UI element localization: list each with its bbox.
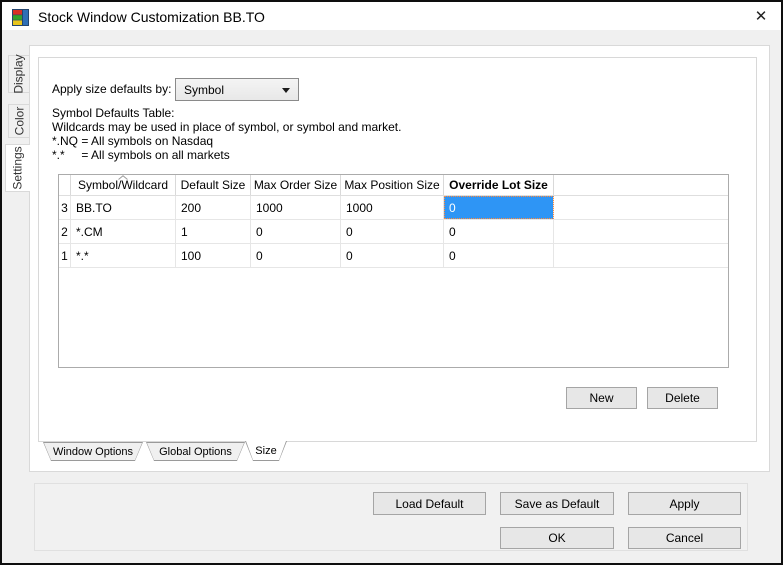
close-icon[interactable]: ✕	[742, 2, 780, 30]
cell-max-position-size[interactable]: 1000	[341, 196, 444, 219]
table-row: 1 *.* 100 0 0 0	[59, 244, 728, 268]
column-header-default-size[interactable]: Default Size	[176, 175, 251, 195]
cell-max-order-size[interactable]: 0	[251, 244, 341, 267]
column-header-max-order-size[interactable]: Max Order Size	[251, 175, 341, 195]
table-row: 2 *.CM 1 0 0 0	[59, 220, 728, 244]
tab-window-options-label: Window Options	[44, 443, 142, 460]
tab-display[interactable]: Display	[8, 55, 29, 93]
info-line: Symbol Defaults Table:	[52, 106, 401, 120]
info-line: Wildcards may be used in place of symbol…	[52, 120, 401, 134]
cell-symbol[interactable]: BB.TO	[71, 196, 176, 219]
cell-max-position-size[interactable]: 0	[341, 220, 444, 243]
sort-ascending-icon	[118, 175, 129, 180]
tab-global-options[interactable]: Global Options	[146, 442, 245, 461]
cell-default-size[interactable]: 100	[176, 244, 251, 267]
row-number-header	[59, 175, 71, 195]
apply-size-defaults-dropdown[interactable]: Symbol	[175, 78, 299, 101]
apply-size-defaults-label: Apply size defaults by:	[52, 82, 171, 96]
cell-symbol[interactable]: *.*	[71, 244, 176, 267]
column-header-max-position-size[interactable]: Max Position Size	[341, 175, 444, 195]
cell-symbol[interactable]: *.CM	[71, 220, 176, 243]
titlebar: Stock Window Customization BB.TO	[2, 2, 781, 30]
cell-max-position-size[interactable]: 0	[341, 244, 444, 267]
column-header-symbol-wildcard[interactable]: Symbol/Wildcard	[71, 175, 176, 195]
tab-size[interactable]: Size	[245, 441, 287, 461]
info-line: *.NQ = All symbols on Nasdaq	[52, 134, 401, 148]
cell-max-order-size[interactable]: 1000	[251, 196, 341, 219]
symbol-defaults-info: Symbol Defaults Table: Wildcards may be …	[52, 106, 401, 162]
cell-default-size[interactable]: 1	[176, 220, 251, 243]
tab-size-label: Size	[246, 441, 286, 460]
cell-default-size[interactable]: 200	[176, 196, 251, 219]
new-button[interactable]: New	[566, 387, 637, 409]
row-number[interactable]: 2	[59, 220, 71, 243]
symbol-defaults-table: Symbol/Wildcard Default Size Max Order S…	[58, 174, 729, 368]
save-as-default-button[interactable]: Save as Default	[500, 492, 614, 515]
chevron-down-icon	[282, 88, 290, 93]
row-filler	[554, 244, 728, 267]
table-header-row: Symbol/Wildcard Default Size Max Order S…	[59, 175, 728, 196]
ok-button[interactable]: OK	[500, 527, 614, 549]
app-icon	[12, 9, 29, 26]
table-row: 3 BB.TO 200 1000 1000 0	[59, 196, 728, 220]
delete-button[interactable]: Delete	[647, 387, 718, 409]
info-line: *.* = All symbols on all markets	[52, 148, 401, 162]
cell-override-lot-size[interactable]: 0	[444, 244, 554, 267]
dropdown-selected-value: Symbol	[184, 83, 224, 97]
row-number[interactable]: 1	[59, 244, 71, 267]
row-filler	[554, 220, 728, 243]
tab-window-options[interactable]: Window Options	[43, 442, 143, 461]
cell-max-order-size[interactable]: 0	[251, 220, 341, 243]
tab-global-options-label: Global Options	[147, 443, 244, 460]
cell-override-lot-size-selected[interactable]: 0	[444, 196, 554, 219]
column-header-override-lot-size[interactable]: Override Lot Size	[444, 175, 554, 195]
row-filler	[554, 196, 728, 219]
tab-settings-label: Settings	[11, 146, 25, 189]
cancel-button[interactable]: Cancel	[628, 527, 741, 549]
header-filler	[554, 175, 728, 195]
load-default-button[interactable]: Load Default	[373, 492, 486, 515]
apply-button[interactable]: Apply	[628, 492, 741, 515]
row-number[interactable]: 3	[59, 196, 71, 219]
tab-display-label: Display	[12, 54, 26, 93]
cell-override-lot-size[interactable]: 0	[444, 220, 554, 243]
stock-window-customization-dialog: Stock Window Customization BB.TO ✕ Displ…	[0, 0, 783, 565]
window-title: Stock Window Customization BB.TO	[38, 2, 265, 32]
tab-color[interactable]: Color	[8, 104, 29, 138]
tab-color-label: Color	[12, 107, 26, 136]
tab-settings[interactable]: Settings	[5, 144, 30, 192]
